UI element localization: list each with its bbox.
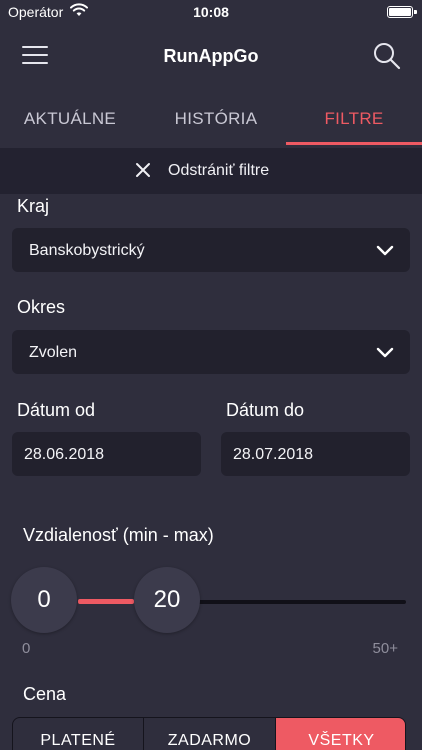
date-to-field[interactable]: 28.07.2018: [221, 432, 410, 476]
price-option-paid[interactable]: PLATENÉ: [13, 718, 144, 750]
slider-selected-range: [78, 599, 134, 604]
close-icon: [134, 161, 152, 179]
search-icon[interactable]: [372, 41, 402, 71]
price-label: Cena: [23, 684, 67, 704]
status-bar: Operátor 10:08: [0, 0, 422, 24]
tab-aktualne[interactable]: AKTUÁLNE: [0, 96, 140, 146]
tab-filtre[interactable]: FILTRE: [286, 96, 422, 146]
slider-min-knob[interactable]: 0: [11, 567, 77, 633]
distance-label: Vzdialenosť (min - max): [23, 525, 214, 545]
date-to-value: 28.07.2018: [233, 446, 314, 463]
region-value: Banskobystrický: [29, 242, 145, 259]
district-label: Okres: [17, 297, 66, 317]
active-tab-indicator: [286, 142, 422, 145]
price-option-free[interactable]: ZADARMO: [144, 718, 276, 750]
tab-historia[interactable]: HISTÓRIA: [146, 96, 286, 146]
slider-max-knob[interactable]: 20: [134, 567, 200, 633]
price-segmented-control: PLATENÉ ZADARMO VŠETKY: [12, 717, 406, 750]
date-to-label: Dátum do: [226, 400, 305, 420]
price-option-all[interactable]: VŠETKY: [276, 718, 405, 750]
battery-icon: [387, 6, 417, 18]
remove-filters-label: Odstrániť filtre: [168, 162, 270, 179]
date-from-field[interactable]: 28.06.2018: [12, 432, 201, 476]
slider-track[interactable]: [176, 600, 406, 604]
date-from-value: 28.06.2018: [24, 446, 105, 463]
chevron-down-icon: [376, 241, 394, 259]
date-from-label: Dátum od: [17, 400, 96, 420]
chevron-down-icon: [376, 343, 394, 361]
nav-bar: RunAppGo: [0, 24, 422, 90]
region-label: Kraj: [17, 196, 50, 216]
remove-filters-button[interactable]: Odstrániť filtre: [0, 148, 422, 194]
status-time: 10:08: [193, 4, 229, 20]
district-value: Zvolen: [29, 344, 78, 361]
tab-bar: AKTUÁLNE HISTÓRIA FILTRE: [0, 96, 422, 146]
region-select[interactable]: Banskobystrický: [12, 228, 410, 272]
range-max-label: 50+: [372, 640, 398, 657]
range-min-label: 0: [22, 640, 31, 657]
app-title: RunAppGo: [163, 46, 259, 66]
district-select[interactable]: Zvolen: [12, 330, 410, 374]
